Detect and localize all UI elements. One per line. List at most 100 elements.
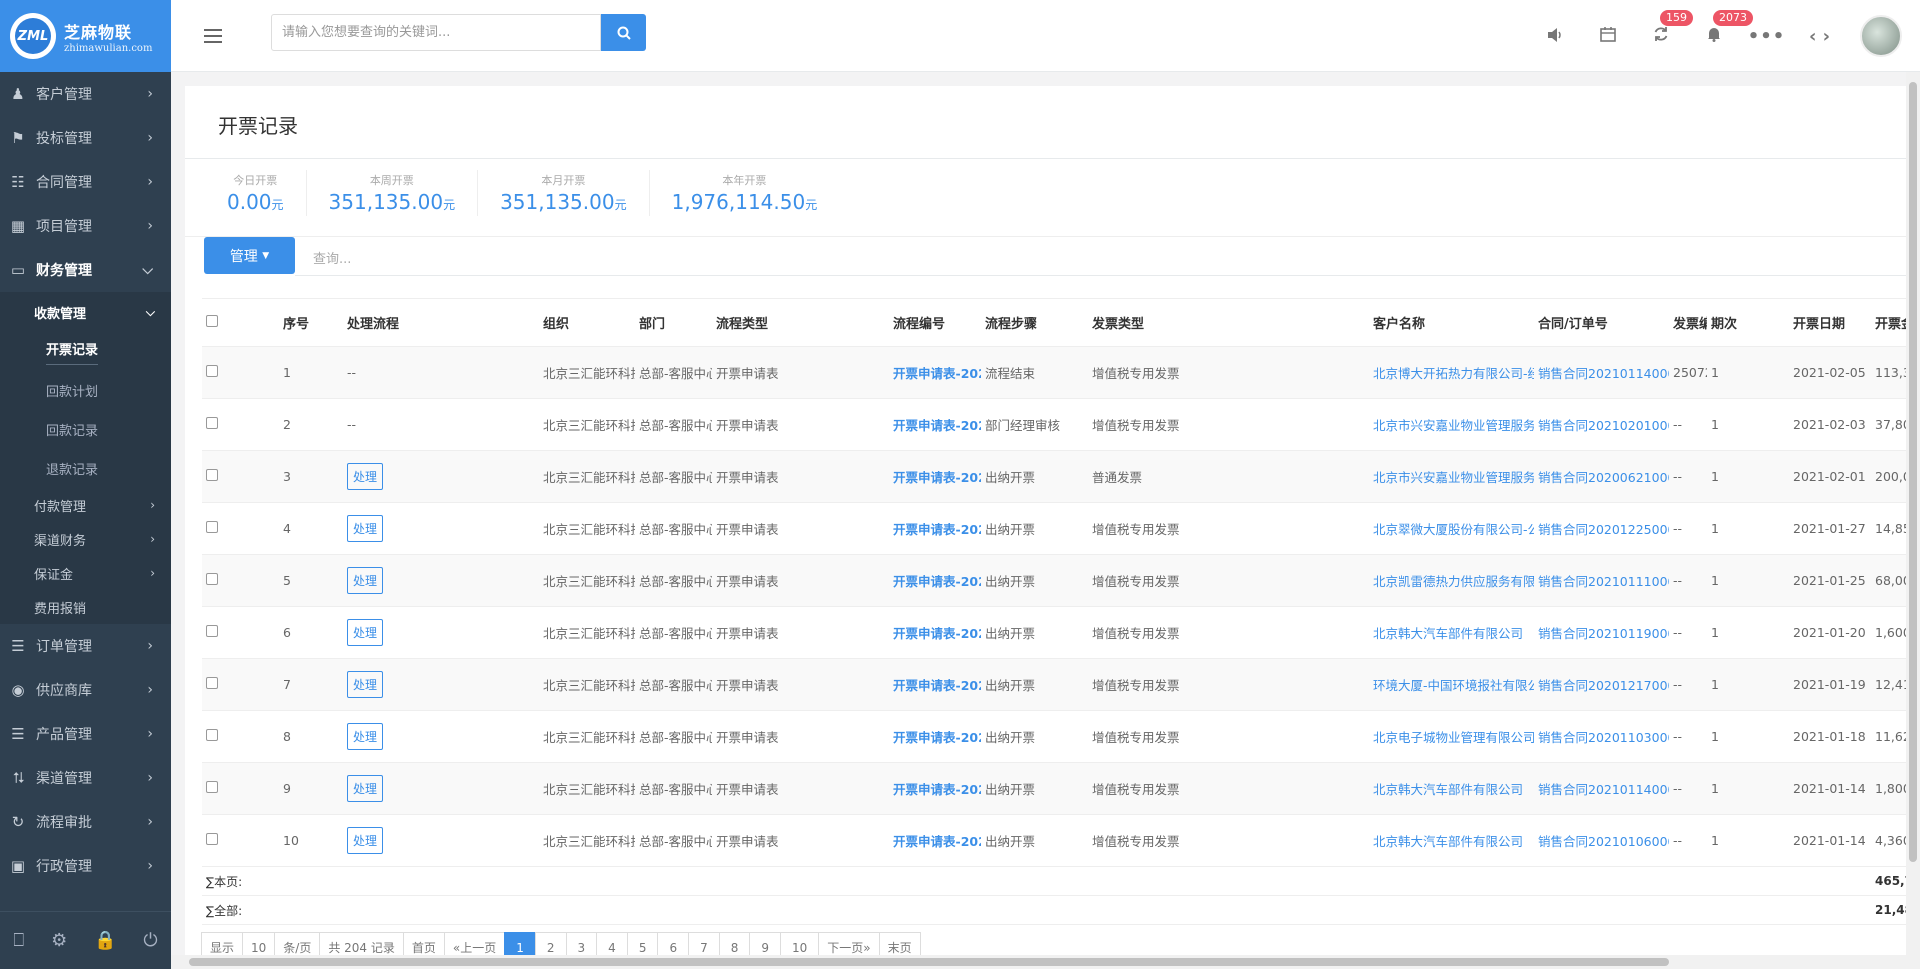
customer-link[interactable]: 北京凯雷德热力供应服务有限责任公司-江山赋 xyxy=(1373,574,1534,589)
sidebar-item-table[interactable]: ▦ 项目管理 › xyxy=(0,204,171,248)
monitor-icon[interactable]: ⎕ xyxy=(13,930,24,951)
column-header[interactable]: 处理流程 xyxy=(343,298,539,347)
sidebar-item-briefcase[interactable]: ▣ 行政管理 › xyxy=(0,844,171,888)
process-no-link[interactable]: 开票申请表-20210127-0368 xyxy=(893,522,981,537)
customer-link[interactable]: 北京韩大汽车部件有限公司 xyxy=(1373,782,1523,797)
sidebar-item-flag[interactable]: ⚑ 投标管理 › xyxy=(0,116,171,160)
row-checkbox[interactable] xyxy=(202,502,245,555)
menu-toggle-icon[interactable] xyxy=(204,29,222,47)
contract-link[interactable]: 销售合同20210114000006 xyxy=(1538,366,1669,381)
row-checkbox[interactable] xyxy=(202,398,245,451)
sidebar-item-history[interactable]: ↻ 流程审批 › xyxy=(0,800,171,844)
process-button[interactable]: 处理 xyxy=(347,567,384,594)
process-button[interactable]: 处理 xyxy=(347,775,384,802)
process-button[interactable]: 处理 xyxy=(347,619,384,646)
submenu-item[interactable]: 渠道财务 › xyxy=(0,522,171,556)
column-header[interactable]: 部门 xyxy=(635,298,712,347)
contract-link[interactable]: 销售合同20210106000003 xyxy=(1538,834,1669,849)
contract-link[interactable]: 销售合同20210111000004 xyxy=(1538,574,1669,589)
horizontal-scrollbar[interactable] xyxy=(171,955,1920,969)
select-all-checkbox[interactable] xyxy=(202,298,245,347)
contract-link[interactable]: 销售合同20210119000009 xyxy=(1538,626,1669,641)
process-no-link[interactable]: 开票申请表-20210125-0367 xyxy=(893,574,981,589)
search-input[interactable]: 请输入您想要查询的关键词... xyxy=(271,14,601,51)
contract-link[interactable]: 销售合同20210201000013 xyxy=(1538,418,1669,433)
row-checkbox[interactable] xyxy=(202,606,245,659)
process-button[interactable]: 处理 xyxy=(347,515,384,542)
submenu-receipt-item[interactable]: 回款记录 xyxy=(0,410,171,449)
column-header[interactable]: 流程类型 xyxy=(712,298,889,347)
sidebar-item-user-circle[interactable]: ◉ 供应商库 › xyxy=(0,668,171,712)
manage-dropdown-button[interactable]: 管理 ▼ xyxy=(204,237,295,274)
contract-link[interactable]: 销售合同20201225000218 xyxy=(1538,522,1669,537)
query-input[interactable]: 查询... xyxy=(313,248,351,267)
process-no-link[interactable]: 开票申请表-20210114-0363 xyxy=(893,782,981,797)
sidebar-item-users[interactable]: ♟ 客户管理 › xyxy=(0,72,171,116)
lock-icon[interactable]: 🔒 xyxy=(94,930,116,951)
customer-link[interactable]: 北京翠微大厦股份有限公司-公主坟和牡丹园店 xyxy=(1373,522,1534,537)
customer-link[interactable]: 北京韩大汽车部件有限公司 xyxy=(1373,834,1523,849)
sidebar-item-list-ul[interactable]: ☰ 产品管理 › xyxy=(0,712,171,756)
calendar-icon[interactable] xyxy=(1581,26,1634,47)
row-checkbox[interactable] xyxy=(202,346,245,399)
volume-icon[interactable] xyxy=(1528,26,1581,47)
search-button[interactable] xyxy=(601,14,646,51)
sidebar-item-credit-card[interactable]: ▭ 财务管理 ⌵ xyxy=(0,248,171,292)
row-checkbox[interactable] xyxy=(202,710,245,763)
submenu-item[interactable]: 付款管理 › xyxy=(0,488,171,522)
process-no-link[interactable]: 开票申请表-20210114-0362 xyxy=(893,834,981,849)
bell-icon[interactable]: 2073 xyxy=(1687,9,1753,47)
row-checkbox[interactable] xyxy=(202,554,245,607)
more-icon[interactable]: ••• xyxy=(1740,26,1793,47)
column-header[interactable]: 流程步骤 xyxy=(981,298,1088,347)
submenu-receipt[interactable]: 收款管理 ⌵ xyxy=(0,292,171,332)
contract-link[interactable]: 销售合同20200621000009 xyxy=(1538,470,1669,485)
sidebar-item-share[interactable]: ⮁ 渠道管理 › xyxy=(0,756,171,800)
process-button[interactable]: 处理 xyxy=(347,671,384,698)
code-icon[interactable]: ‹ › xyxy=(1793,26,1846,47)
column-header[interactable]: 开票日期 xyxy=(1789,298,1871,347)
column-header[interactable]: 序号 xyxy=(279,298,343,347)
row-checkbox[interactable] xyxy=(202,762,245,815)
column-header[interactable]: 期次 xyxy=(1707,298,1789,347)
row-checkbox[interactable] xyxy=(202,450,245,503)
submenu-receipt-item[interactable]: 开票记录 xyxy=(0,332,171,371)
process-no-link[interactable]: 开票申请表-20210120-0366 xyxy=(893,626,981,641)
column-header[interactable]: 流程编号 xyxy=(889,298,981,347)
process-no-link[interactable]: 开票申请表-20210203-0371 xyxy=(893,418,981,433)
column-header[interactable]: 客户名称 xyxy=(1369,298,1534,347)
customer-link[interactable]: 北京博大开拓热力有限公司-经海分公司七号厂 xyxy=(1373,366,1534,381)
contract-link[interactable]: 销售合同20201103000122 xyxy=(1538,730,1669,745)
contract-link[interactable]: 销售合同20210114000008 xyxy=(1538,782,1669,797)
column-header[interactable]: 开票金额 xyxy=(1871,298,1906,347)
submenu-item[interactable]: 保证金 › xyxy=(0,556,171,590)
sync-icon[interactable]: 159 xyxy=(1634,9,1693,47)
power-icon[interactable]: ⏻ xyxy=(143,930,157,951)
process-no-link[interactable]: 开票申请表-20210201-0370 xyxy=(893,470,981,485)
avatar[interactable] xyxy=(1860,15,1902,57)
process-button[interactable]: 处理 xyxy=(347,723,384,750)
process-button[interactable]: 处理 xyxy=(347,463,384,490)
column-header[interactable]: 合同/订单号 xyxy=(1534,298,1669,347)
customer-link[interactable]: 北京市兴安嘉业物业管理服务中心 xyxy=(1373,418,1534,433)
customer-link[interactable]: 北京韩大汽车部件有限公司 xyxy=(1373,626,1523,641)
process-no-link[interactable]: 开票申请表-20210119-0365 xyxy=(893,678,981,693)
customer-link[interactable]: 北京电子城物业管理有限公司-电子城科技大厦 xyxy=(1373,730,1534,745)
submenu-receipt-item[interactable]: 回款计划 xyxy=(0,371,171,410)
logo[interactable]: ZML 芝麻物联 zhimawulian.com xyxy=(0,0,171,72)
column-header[interactable]: 组织 xyxy=(539,298,635,347)
row-checkbox[interactable] xyxy=(202,658,245,711)
vertical-scrollbar[interactable] xyxy=(1906,72,1920,969)
customer-link[interactable]: 北京市兴安嘉业物业管理服务中心 xyxy=(1373,470,1534,485)
sidebar-item-list[interactable]: ☰ 订单管理 › xyxy=(0,624,171,668)
submenu-receipt-item[interactable]: 退款记录 xyxy=(0,449,171,488)
sidebar-item-clipboard[interactable]: ☷ 合同管理 › xyxy=(0,160,171,204)
gear-icon[interactable]: ⚙ xyxy=(51,930,67,951)
process-no-link[interactable]: 开票申请表-20210205-0372 xyxy=(893,366,981,381)
process-button[interactable]: 处理 xyxy=(347,827,384,854)
column-header[interactable]: 发票编号 xyxy=(1669,298,1707,347)
customer-link[interactable]: 环境大厦-中国环境报社有限公司 xyxy=(1373,678,1534,693)
column-header[interactable]: 发票类型 xyxy=(1088,298,1369,347)
row-checkbox[interactable] xyxy=(202,814,245,867)
submenu-item[interactable]: 费用报销 xyxy=(0,590,171,624)
